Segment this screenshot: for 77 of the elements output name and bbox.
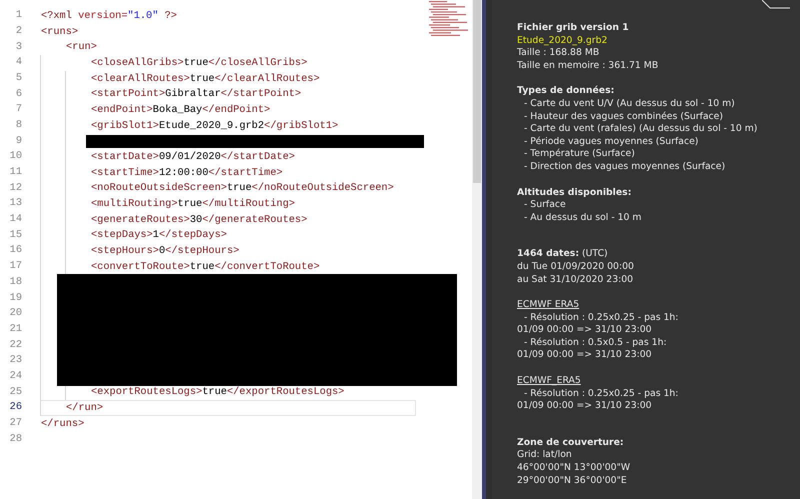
line-number: 28	[8, 432, 23, 447]
line-number: 25	[8, 384, 23, 400]
line-number: 23	[8, 353, 23, 368]
info-line: - Direction des vagues moyennes (Surface)	[523, 160, 726, 172]
line-number: 8	[14, 118, 23, 133]
code-line: <multiRouting>true</multiRouting>	[90, 197, 296, 212]
line-number: 1	[14, 8, 23, 24]
code-line: <?xml version="1.0" ?>	[40, 8, 178, 24]
line-number: 17	[8, 259, 23, 274]
source-name: ECMWF_ERA5	[517, 375, 581, 386]
info-line: - Résolution : 0.5x0.5 - pas 1h:	[523, 336, 667, 348]
line-number: 7	[14, 102, 23, 118]
line-number: 14	[8, 212, 23, 228]
code-line: <stepDays>1</stepDays>	[90, 228, 228, 244]
line-number: 5	[14, 70, 23, 86]
info-line: au Sat 31/10/2020 23:00	[517, 274, 634, 284]
line-number: 18	[8, 274, 23, 290]
info-line: du Tue 01/09/2020 00:00	[517, 260, 634, 272]
line-number: 13	[8, 196, 23, 212]
line-number: 20	[8, 306, 23, 322]
info-line: - Carte du vent U/V (Au dessus du sol - 10 m)	[523, 98, 735, 109]
section-heading: Fichier grib version 1	[517, 22, 630, 35]
info-line: 1464 dates: (UTC)	[517, 248, 608, 260]
info-line: - Carte du vent (rafales) (Au dessus du sol - 10 m)	[523, 123, 758, 134]
line-number: 4	[14, 55, 23, 70]
section-heading: Altitudes disponibles:	[517, 186, 632, 200]
info-line: Taille : 168.88 MB	[517, 47, 600, 58]
line-number: 26	[8, 400, 23, 416]
code-line: <run>	[65, 40, 98, 56]
info-line: - Période vagues moyennes (Surface)	[523, 136, 698, 147]
line-number: 15	[8, 228, 23, 243]
info-line: Grid: lat/lon	[517, 449, 572, 460]
code-line: <exportRoutesLogs>true</exportRoutesLogs>	[90, 385, 346, 400]
line-number: 16	[8, 243, 23, 258]
scrollbar-thumb[interactable]	[473, 0, 481, 183]
section-heading: Zone de couverture:	[517, 436, 625, 450]
section-heading: Types de données:	[517, 85, 616, 98]
line-number: 2	[14, 24, 23, 39]
info-line: 01/09 00:00 => 31/10 23:00	[517, 400, 652, 412]
corner-line-icon	[762, 0, 790, 9]
code-line: <endPoint>Boka_Bay</endPoint>	[90, 102, 272, 118]
code-line: <generateRoutes>30</generateRoutes>	[90, 212, 308, 228]
info-line: - Surface	[523, 199, 566, 210]
code-line: <gribSlot1>Etude_2020_9.grb2</gribSlot1>	[90, 118, 340, 134]
line-number: 19	[8, 290, 23, 306]
info-line: 46°00'00"N 13°00'00"W	[517, 462, 630, 474]
file-name: Etude_2020_9.grb2	[517, 34, 608, 46]
line-number: 9	[14, 134, 23, 149]
code-line: </runs>	[40, 416, 86, 432]
info-line: - Hauteur des vagues combinées (Surface)	[523, 110, 723, 122]
code-line: <noRouteOutsideScreen>true</noRouteOutsideScreen>	[90, 181, 395, 196]
code-line: <convertToRoute>true</convertToRoute>	[90, 260, 321, 275]
info-line: 29°00'00"N 36°00'00"E	[517, 474, 627, 486]
code-line: <clearAllRoutes>true</clearAllRoutes>	[90, 72, 321, 87]
line-number: 10	[8, 149, 23, 164]
info-line: - Résolution : 0.25x0.25 - pas 1h:	[523, 388, 678, 399]
line-number: 27	[8, 416, 23, 431]
code-line: <closeAllGribs>true</closeAllGribs>	[90, 56, 308, 71]
source-name: ECMWF ERA5	[517, 299, 580, 310]
info-line: - Température (Surface)	[523, 148, 635, 160]
line-number: 6	[14, 86, 23, 102]
code-line: <startPoint>Gibraltar</startPoint>	[90, 87, 302, 102]
code-line: <startDate>09/01/2020</startDate>	[90, 150, 296, 166]
code-line: <startTime>12:00:00</startTime>	[90, 166, 284, 181]
info-line: 01/09 00:00 => 31/10 23:00	[517, 324, 652, 336]
info-line: - Au dessus du sol - 10 m	[523, 212, 642, 223]
code-line: <runs>	[40, 24, 80, 40]
line-number: 11	[8, 165, 23, 180]
line-number: 22	[8, 338, 23, 353]
line-number: 12	[8, 180, 23, 196]
line-number: 24	[8, 368, 23, 384]
line-number: 3	[14, 40, 23, 54]
code-line: <stepHours>0</stepHours>	[90, 244, 240, 260]
info-line: 01/09 00:00 => 31/10 23:00	[517, 349, 652, 360]
line-number: 21	[8, 322, 23, 337]
info-line: - Résolution : 0.25x0.25 - pas 1h:	[523, 312, 678, 323]
info-line: Taille en memoire : 361.71 MB	[517, 60, 658, 71]
